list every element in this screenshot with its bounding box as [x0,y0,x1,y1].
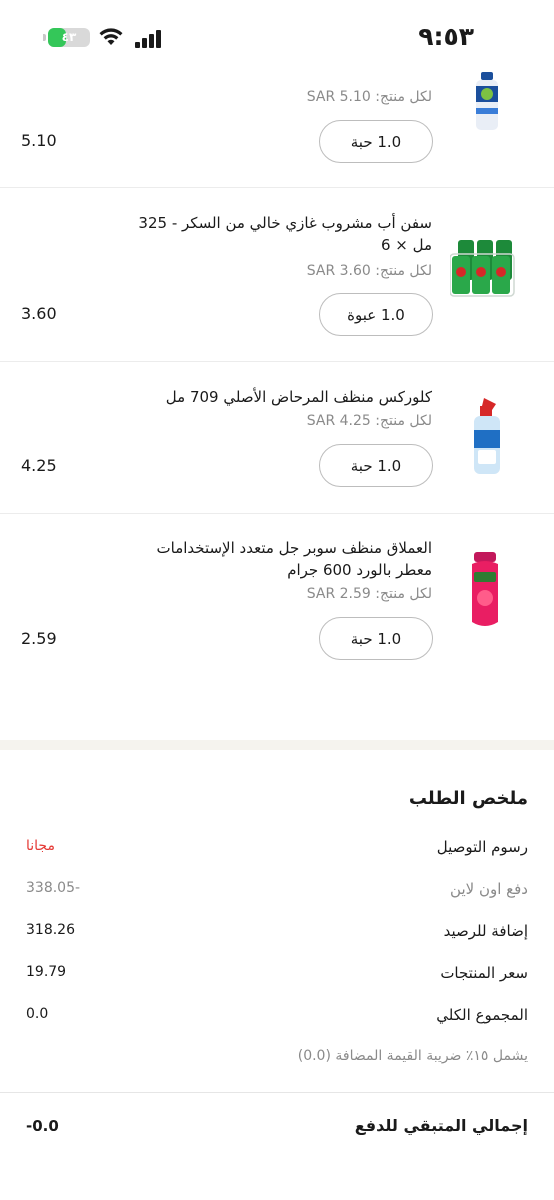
summary-label: دفع اون لاين [450,880,528,898]
quantity-selector[interactable]: 1.0 حبة [319,120,433,163]
quantity-selector[interactable]: 1.0 حبة [319,617,433,660]
summary-value: 318.26 [26,922,75,938]
cart-item: العملاق منظف سوبر جل متعدد الإستخدامات م… [0,514,554,740]
order-summary-title: ملخص الطلب [408,788,528,809]
divider [0,1092,554,1093]
summary-label: رسوم التوصيل [436,838,528,856]
cart-item: سفن أب مشروب غازي خالي من السكر - 325 مل… [0,188,554,362]
remaining-to-pay-label: إجمالي المتبقي للدفع [354,1116,528,1135]
vat-note: يشمل ١٥٪ ضريبة القيمة المضافة (0.0) [297,1048,528,1064]
product-name [127,64,432,82]
gel-cleaner-bottle-icon [472,552,498,626]
summary-label: إضافة للرصيد [443,922,528,940]
summary-value: 338.05- [26,880,81,896]
remaining-to-pay-value: -0.0 [26,1117,59,1135]
section-divider [0,740,554,750]
wifi-icon [99,28,123,45]
summary-value: 19.79 [26,964,67,980]
add-to-balance-row: إضافة للرصيد 318.26 [26,922,528,944]
soda-can-pack-icon [450,240,515,297]
product-name: كلوركس منظف المرحاض الأصلي 709 مل [165,388,432,406]
quantity-selector[interactable]: 1.0 عبوة [319,293,433,336]
unit-price: لكل منتج: SAR 2.59 [306,586,432,602]
battery-icon: ٤٣ [48,28,90,47]
summary-label: المجموع الكلي [436,1006,528,1024]
unit-price: لكل منتج: SAR 5.10 [306,89,432,105]
cellular-signal-icon [135,28,163,48]
line-total: 4.25 [21,456,57,475]
summary-value: 0.0 [26,1006,49,1022]
summary-value: مجانا [26,838,55,854]
battery-percent: ٤٣ [61,30,77,44]
quantity-selector[interactable]: 1.0 حبة [319,444,433,487]
products-price-row: سعر المنتجات 19.79 [26,964,528,986]
status-time: ٩:٥٣ [418,22,474,51]
product-name: سفن أب مشروب غازي خالي من السكر - 325 مل… [138,214,432,254]
line-total: 2.59 [21,629,57,648]
status-bar: ٩:٥٣ ٤٣ [0,0,554,66]
cleaner-spray-bottle-icon [476,72,498,130]
delivery-fee-row: رسوم التوصيل مجانا [26,838,528,860]
unit-price: لكل منتج: SAR 4.25 [306,413,432,429]
online-payment-row: دفع اون لاين 338.05- [26,880,528,902]
toilet-cleaner-bottle-icon [474,398,500,474]
line-total: 5.10 [21,131,57,150]
summary-label: سعر المنتجات [440,964,528,982]
grand-total-row: المجموع الكلي 0.0 [26,1006,528,1028]
line-total: 3.60 [21,304,57,323]
cart-item: كلوركس منظف المرحاض الأصلي 709 مل لكل من… [0,362,554,514]
battery-cap [43,34,46,41]
unit-price: لكل منتج: SAR 3.60 [306,263,432,279]
product-name: العملاق منظف سوبر جل متعدد الإستخدامات م… [156,539,433,579]
